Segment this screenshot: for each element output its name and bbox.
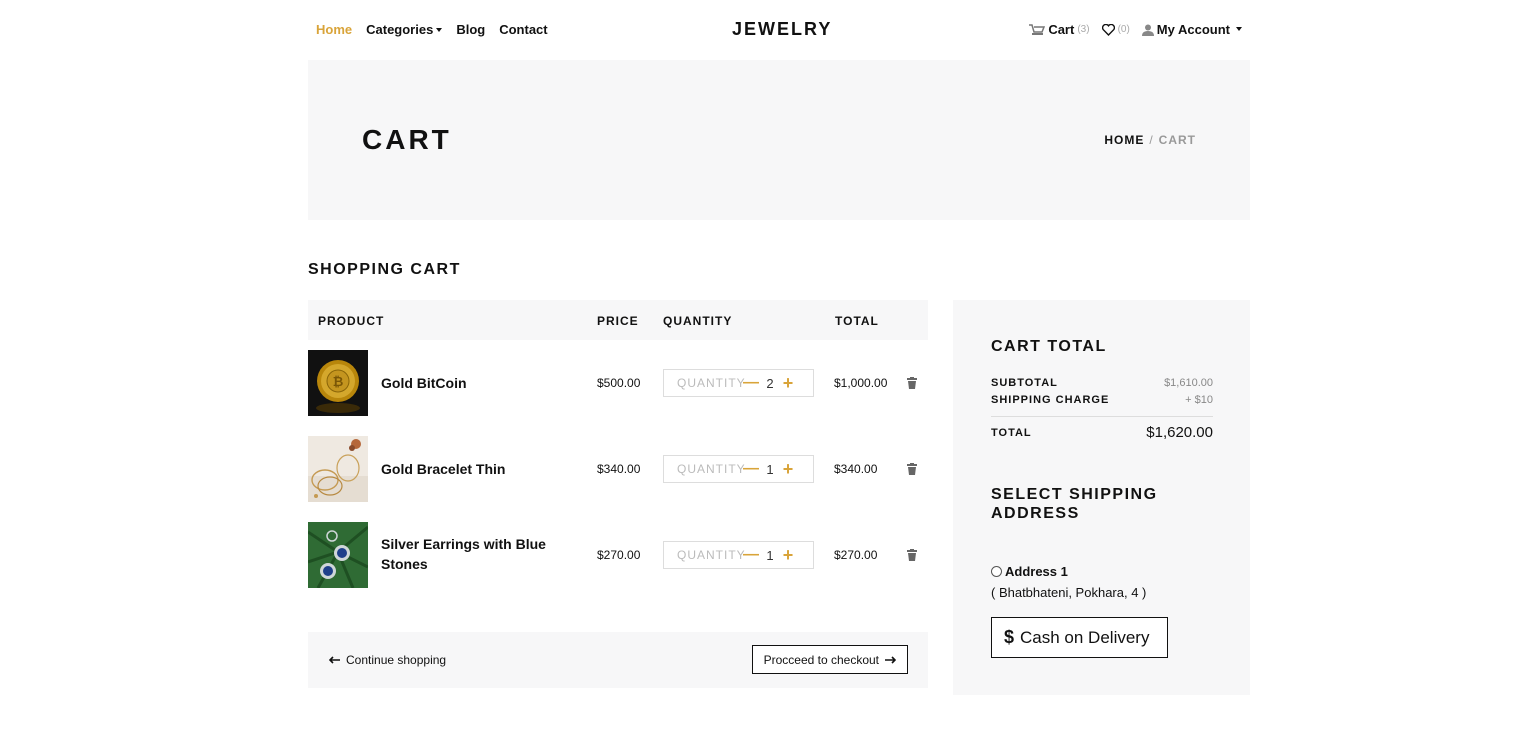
column-quantity: QUANTITY — [663, 314, 733, 328]
account-menu-label: My Account — [1156, 22, 1230, 37]
nav-home[interactable]: Home — [316, 22, 352, 37]
heart-icon — [1101, 23, 1115, 36]
arrow-left-icon — [329, 656, 340, 664]
column-product: PRODUCT — [318, 314, 385, 328]
trash-icon[interactable] — [907, 462, 917, 480]
subtotal-label: SUBTOTAL — [991, 377, 1058, 389]
cart-row: Gold Bracelet Thin $340.00 QUANTITY — 1 … — [308, 436, 928, 502]
summary-divider — [991, 416, 1213, 417]
plus-icon[interactable]: + — [781, 459, 795, 480]
cash-on-delivery-button[interactable]: $ Cash on Delivery — [991, 617, 1168, 658]
cart-table-header: PRODUCT PRICE QUANTITY TOTAL — [308, 300, 928, 340]
product-image-gold-bracelet[interactable] — [308, 436, 368, 502]
address-name: Address 1 — [1005, 564, 1068, 579]
cart-actions-bar: Continue shopping Procceed to checkout — [308, 632, 928, 688]
continue-shopping-label: Continue shopping — [346, 653, 447, 667]
product-name[interactable]: Silver Earrings with Blue Stones — [381, 534, 561, 574]
product-total: $340.00 — [834, 462, 878, 476]
cart-icon — [1029, 23, 1046, 35]
page-banner: CART HOME / CART — [308, 60, 1250, 220]
shipping-label: SHIPPING CHARGE — [991, 394, 1110, 406]
breadcrumb-current: CART — [1158, 133, 1196, 147]
quantity-placeholder: QUANTITY — [677, 376, 746, 390]
cart-row: Silver Earrings with Blue Stones $270.00… — [307, 522, 928, 589]
minus-icon[interactable]: — — [743, 460, 759, 478]
user-icon — [1141, 24, 1154, 36]
product-name[interactable]: Gold BitCoin — [381, 373, 561, 393]
wishlist-link[interactable]: (0) — [1101, 23, 1130, 36]
caret-down-icon — [1236, 26, 1242, 31]
quantity-placeholder: QUANTITY — [677, 548, 746, 562]
shipping-row: SHIPPING CHARGE + $10 — [991, 394, 1213, 406]
quantity-stepper: QUANTITY — 1 + — [663, 455, 814, 483]
shipping-value: + $10 — [1185, 394, 1213, 406]
nav-blog[interactable]: Blog — [456, 22, 485, 37]
site-logo[interactable]: JEWELRY — [732, 19, 832, 40]
plus-icon[interactable]: + — [781, 545, 795, 566]
total-label: TOTAL — [991, 426, 1032, 439]
quantity-value[interactable]: 1 — [759, 548, 781, 563]
cart-summary-panel: CART TOTAL SUBTOTAL $1,610.00 SHIPPING C… — [953, 300, 1250, 695]
product-total: $270.00 — [834, 548, 878, 562]
quantity-value[interactable]: 2 — [759, 376, 781, 391]
breadcrumb: HOME / CART — [1104, 133, 1196, 147]
cart-row: ₿ Gold BitCoin $500.00 QUANTITY — 2 + $1… — [308, 350, 928, 416]
address-detail: ( Bhatbhateni, Pokhara, 4 ) — [991, 585, 1147, 600]
address-radio[interactable] — [991, 566, 1002, 577]
quantity-value[interactable]: 1 — [759, 462, 781, 477]
minus-icon[interactable]: — — [743, 374, 759, 392]
subtotal-row: SUBTOTAL $1,610.00 — [991, 377, 1213, 389]
nav-categories[interactable]: Categories — [366, 22, 443, 37]
product-name[interactable]: Gold Bracelet Thin — [381, 459, 561, 479]
address-option[interactable]: Address 1 ( Bhatbhateni, Pokhara, 4 ) — [991, 564, 1146, 600]
total-value: $1,620.00 — [1146, 424, 1213, 441]
product-total: $1,000.00 — [834, 376, 888, 390]
minus-icon[interactable]: — — [743, 546, 759, 564]
cart-link[interactable]: Cart (3) — [1029, 22, 1090, 37]
quantity-placeholder: QUANTITY — [677, 462, 746, 476]
user-nav: Cart (3) (0) My Account — [1029, 22, 1242, 37]
arrow-right-icon — [885, 655, 896, 664]
product-price: $340.00 — [597, 462, 641, 476]
quantity-stepper: QUANTITY — 1 + — [663, 541, 814, 569]
page-title: CART — [362, 124, 452, 155]
product-image-silver-earrings[interactable] — [307, 522, 369, 589]
shipping-address-title: SELECT SHIPPING ADDRESS — [991, 486, 1158, 522]
dollar-icon: $ — [1004, 627, 1015, 647]
quantity-stepper: QUANTITY — 2 + — [663, 369, 814, 397]
checkout-button-label: Procceed to checkout — [763, 652, 879, 667]
account-menu[interactable]: My Account — [1141, 22, 1242, 37]
cash-on-delivery-label: Cash on Delivery — [1020, 627, 1150, 647]
nav-contact[interactable]: Contact — [499, 22, 547, 37]
product-price: $500.00 — [597, 376, 641, 390]
trash-icon[interactable] — [907, 376, 917, 394]
subtotal-value: $1,610.00 — [1164, 377, 1213, 389]
cart-count: (3) — [1077, 24, 1090, 35]
svg-text:₿: ₿ — [333, 375, 344, 390]
wishlist-count: (0) — [1117, 24, 1130, 35]
trash-icon[interactable] — [907, 548, 917, 566]
cart-total-title: CART TOTAL — [991, 338, 1107, 355]
product-price: $270.00 — [597, 548, 641, 562]
plus-icon[interactable]: + — [781, 373, 795, 394]
caret-down-icon — [436, 27, 443, 32]
nav-categories-label: Categories — [366, 22, 434, 37]
column-price: PRICE — [597, 314, 639, 328]
breadcrumb-separator: / — [1149, 133, 1154, 147]
breadcrumb-home[interactable]: HOME — [1104, 133, 1144, 147]
cart-link-label: Cart — [1048, 22, 1075, 37]
total-row: TOTAL $1,620.00 — [991, 424, 1213, 441]
main-nav: Home Categories Blog Contact — [316, 22, 548, 37]
column-total: TOTAL — [835, 314, 879, 328]
shopping-cart-title: SHOPPING CART — [308, 261, 461, 278]
checkout-button[interactable]: Procceed to checkout — [751, 645, 908, 674]
site-header: Home Categories Blog Contact JEWELRY Car… — [308, 0, 1250, 60]
product-image-gold-bitcoin[interactable]: ₿ — [308, 350, 368, 416]
continue-shopping-link[interactable]: Continue shopping — [329, 653, 446, 667]
